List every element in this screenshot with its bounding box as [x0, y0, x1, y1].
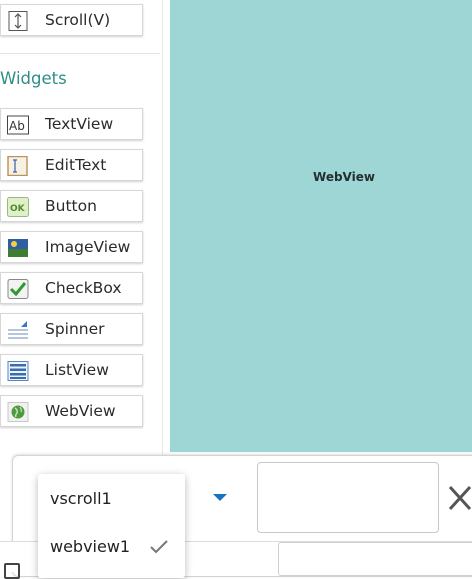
view-selector-dropdown: vscroll1 webview1 [38, 474, 185, 578]
palette-item-label: ImageView [45, 238, 131, 256]
checkmark-icon [150, 540, 168, 554]
spinner-icon [8, 321, 28, 339]
webview-canvas[interactable]: WebView [170, 0, 472, 452]
palette-item-label: CheckBox [45, 279, 122, 297]
palette-item-label: WebView [45, 402, 116, 420]
svg-text:Ab: Ab [9, 119, 25, 133]
chevron-down-icon[interactable] [213, 494, 227, 501]
palette-item-label: Button [45, 197, 97, 215]
edittext-icon [7, 156, 28, 176]
palette-item-label: Scroll(V) [45, 11, 111, 29]
palette-item-button[interactable]: OK Button [0, 190, 143, 222]
dropdown-option-vscroll1[interactable]: vscroll1 [38, 475, 185, 523]
button-icon: OK [7, 197, 29, 217]
palette-item-spinner[interactable]: Spinner [0, 313, 143, 345]
listview-icon [7, 361, 29, 381]
checkbox-icon [7, 279, 29, 299]
widget-palette: Scroll(V) Widgets Ab TextView EditText O… [0, 0, 163, 456]
dropdown-option-label: webview1 [50, 537, 131, 556]
palette-item-checkbox[interactable]: CheckBox [0, 272, 143, 304]
webview-icon [7, 402, 29, 422]
dropdown-option-webview1[interactable]: webview1 [38, 523, 185, 571]
canvas-view-label: WebView [313, 170, 375, 184]
dropdown-option-label: vscroll1 [50, 489, 112, 508]
view-name-input[interactable] [257, 462, 439, 533]
palette-divider [0, 53, 160, 54]
close-icon[interactable] [447, 484, 472, 512]
palette-item-scroll-v[interactable]: Scroll(V) [0, 4, 143, 36]
lower-checkbox[interactable] [4, 563, 20, 579]
vertical-scroll-icon [8, 11, 28, 31]
widgets-section-title: Widgets [0, 69, 67, 88]
palette-item-imageview[interactable]: ImageView [0, 231, 143, 263]
palette-item-label: ListView [45, 361, 109, 379]
imageview-icon [8, 239, 28, 257]
textview-icon: Ab [7, 115, 29, 135]
palette-item-listview[interactable]: ListView [0, 354, 143, 386]
svg-text:OK: OK [10, 204, 26, 214]
palette-item-textview[interactable]: Ab TextView [0, 108, 143, 140]
palette-item-edittext[interactable]: EditText [0, 149, 143, 181]
palette-item-label: TextView [45, 115, 114, 133]
palette-item-label: Spinner [45, 320, 105, 338]
palette-item-webview[interactable]: WebView [0, 395, 143, 427]
palette-item-label: EditText [45, 156, 107, 174]
